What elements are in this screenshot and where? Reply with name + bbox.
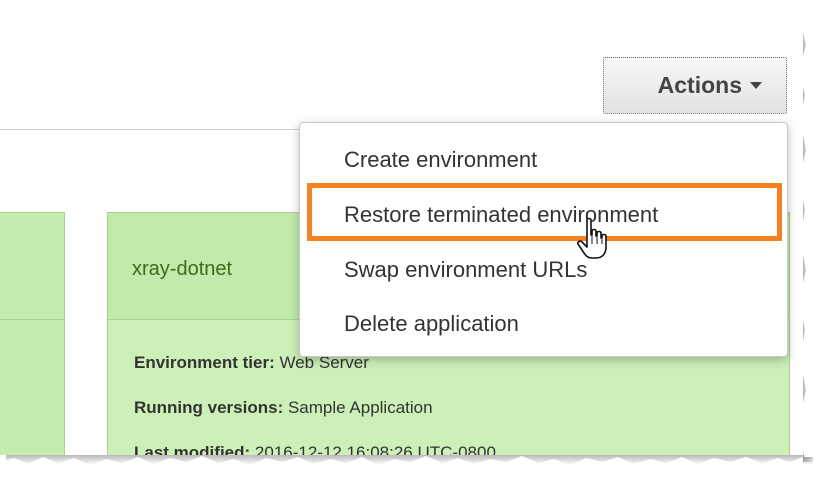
running-versions-row: Running versions: Sample Application	[134, 398, 433, 418]
menu-item-delete-application[interactable]: Delete application	[344, 311, 519, 337]
caret-down-icon	[750, 82, 762, 89]
hand-cursor-icon	[577, 217, 607, 259]
running-versions-label: Running versions:	[134, 398, 284, 417]
menu-item-swap-environment-urls[interactable]: Swap environment URLs	[344, 257, 587, 283]
last-modified-value: 2016-12-12 16:08:26 UTC-0800	[254, 443, 496, 455]
environment-card-partial[interactable]	[0, 212, 65, 455]
last-modified-label: Last modified:	[134, 443, 251, 455]
last-modified-row: Last modified: 2016-12-12 16:08:26 UTC-0…	[134, 443, 496, 455]
menu-item-create-environment[interactable]: Create environment	[344, 147, 537, 173]
environment-tier-label: Environment tier:	[134, 353, 275, 372]
running-versions-value: Sample Application	[287, 398, 433, 417]
divider	[0, 129, 300, 130]
screenshot-frame: xray-dotnet Environment tier: Web Server…	[0, 0, 803, 455]
actions-button[interactable]: Actions	[603, 57, 787, 114]
frame-shadow-right	[803, 10, 813, 462]
card-header-divider	[0, 319, 64, 320]
environment-name-link[interactable]: xray-dotnet	[132, 258, 232, 281]
frame-shadow-bottom	[6, 455, 813, 465]
highlight-box	[307, 183, 782, 241]
actions-button-label: Actions	[657, 72, 742, 98]
